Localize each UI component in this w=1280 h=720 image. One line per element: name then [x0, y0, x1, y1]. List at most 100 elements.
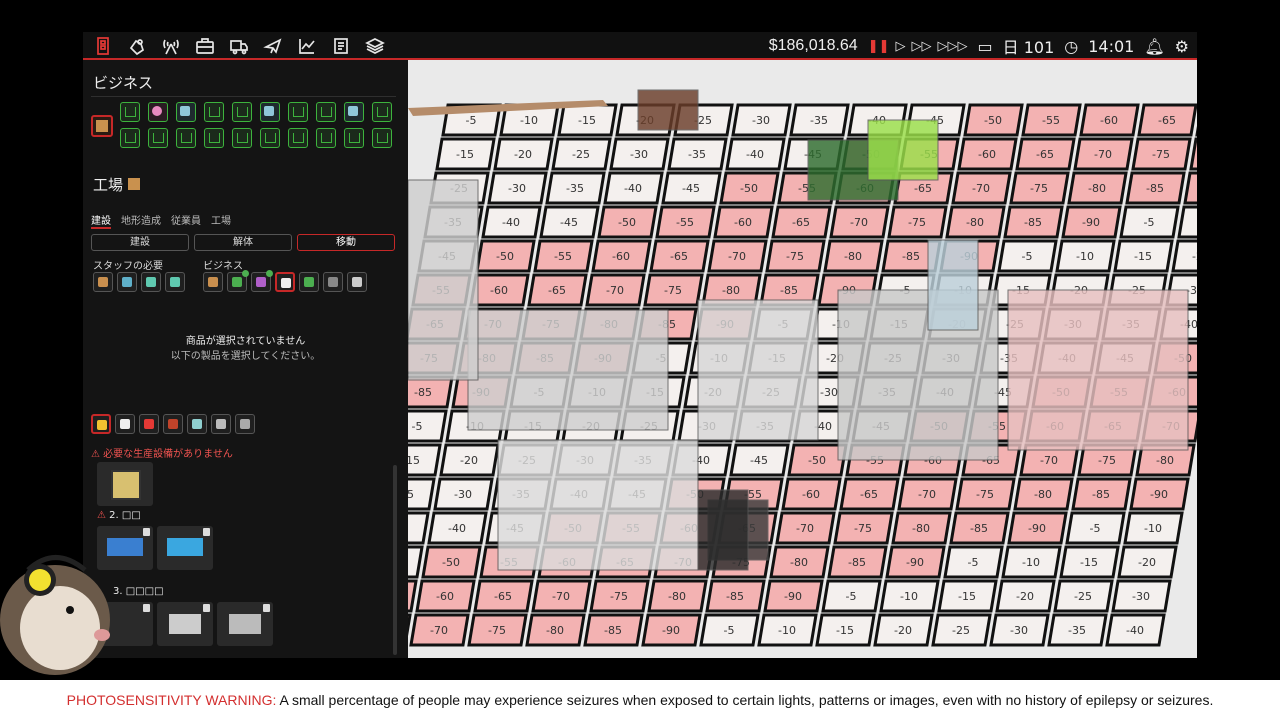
- signal-icon[interactable]: [159, 35, 183, 57]
- production-machine[interactable]: [697, 299, 819, 441]
- tab-staff[interactable]: 従業員: [171, 212, 201, 229]
- business-option-icon[interactable]: [148, 128, 168, 148]
- door-icon[interactable]: [163, 414, 183, 434]
- equipment-card-machine[interactable]: [217, 602, 273, 646]
- tile-value-label: -40: [1126, 624, 1144, 637]
- business-option-icon[interactable]: [372, 102, 392, 122]
- production-machine[interactable]: [497, 439, 699, 571]
- hand-icon[interactable]: [125, 35, 149, 57]
- robot-icon[interactable]: [344, 102, 364, 122]
- chart-icon[interactable]: [295, 35, 319, 57]
- factory-map[interactable]: -5 -10 -15 -20 -25 -30 -35 -40 -45 -50 -55 -60 -65 -7…: [408, 60, 1197, 658]
- business-option-icon[interactable]: [232, 102, 252, 122]
- category-tabs: [91, 414, 255, 434]
- tile-value-label: -20: [1016, 590, 1034, 603]
- equipment-card-table[interactable]: [157, 526, 213, 570]
- fire-icon[interactable]: [139, 414, 159, 434]
- tile-value-label: -85: [604, 624, 622, 637]
- tile-value-label: -5: [724, 624, 735, 637]
- business-option-icon[interactable]: [176, 128, 196, 148]
- production-machine[interactable]: [867, 119, 939, 181]
- tile-value-label: -85: [726, 590, 744, 603]
- money-display: $186,018.64: [769, 37, 858, 55]
- tile-value-label: -90: [1082, 216, 1100, 229]
- gear-icon[interactable]: ⚙: [1175, 37, 1189, 56]
- donut-icon[interactable]: [148, 102, 168, 122]
- book-icon[interactable]: [329, 35, 353, 57]
- fastest-forward-icon[interactable]: ▷▷▷: [938, 39, 968, 54]
- flask-icon[interactable]: [251, 270, 273, 292]
- tab-terraform[interactable]: 地形造成: [121, 212, 161, 229]
- move-button[interactable]: 移動: [297, 234, 395, 251]
- glass-icon[interactable]: [187, 414, 207, 434]
- box-category-icon[interactable]: [91, 115, 113, 137]
- mountain-icon[interactable]: [115, 414, 135, 434]
- production-machine[interactable]: [467, 309, 669, 431]
- business-option-icon[interactable]: [372, 128, 392, 148]
- play-icon[interactable]: ▷: [896, 39, 906, 54]
- gun-icon[interactable]: [347, 272, 367, 292]
- equipment-card-box[interactable]: [97, 462, 153, 506]
- truck-icon[interactable]: [227, 35, 251, 57]
- production-machine[interactable]: [697, 489, 749, 571]
- tile-value-label: -35: [1068, 624, 1086, 637]
- build-button[interactable]: 建設: [91, 234, 189, 251]
- pile-icon[interactable]: [275, 272, 295, 292]
- production-machine[interactable]: [1007, 289, 1189, 451]
- bell-icon[interactable]: 🔔︎: [1144, 37, 1164, 56]
- tools-icon[interactable]: [117, 272, 137, 292]
- robot-filter-icon[interactable]: [323, 272, 343, 292]
- production-machine[interactable]: [927, 239, 979, 331]
- person-icon[interactable]: [299, 272, 319, 292]
- business-option-icon[interactable]: [120, 102, 140, 122]
- plane-icon[interactable]: [261, 35, 285, 57]
- bed-icon[interactable]: [165, 272, 185, 292]
- rifle-icon[interactable]: [235, 414, 255, 434]
- tile-value-label: -70: [1040, 454, 1058, 467]
- robot-icon[interactable]: [260, 102, 280, 122]
- tile-value-label: -45: [560, 216, 578, 229]
- business-option-icon[interactable]: [204, 102, 224, 122]
- tab-build[interactable]: 建設: [91, 212, 111, 229]
- business-option-icon[interactable]: [120, 128, 140, 148]
- crate-icon[interactable]: [203, 272, 223, 292]
- tv-icon[interactable]: [93, 272, 113, 292]
- divider: [91, 96, 396, 97]
- tab-factory[interactable]: 工場: [211, 212, 231, 229]
- equipment-card-machine[interactable]: [157, 602, 213, 646]
- sidebar-scrollbar[interactable]: [393, 465, 397, 655]
- demolish-button[interactable]: 解体: [194, 234, 292, 251]
- business-option-icon[interactable]: [288, 102, 308, 122]
- business-option-icon[interactable]: [344, 128, 364, 148]
- top-icon-group: [91, 35, 387, 57]
- fast-forward-icon[interactable]: ▷▷: [912, 39, 932, 54]
- layers-icon[interactable]: [363, 35, 387, 57]
- briefcase-icon[interactable]: [193, 35, 217, 57]
- toilet-icon[interactable]: [141, 272, 161, 292]
- lock-icon: [263, 604, 270, 612]
- lock-icon: [203, 528, 210, 536]
- tile-value-label: -50: [442, 556, 460, 569]
- leaf-icon[interactable]: [227, 270, 249, 292]
- business-option-icon[interactable]: [316, 128, 336, 148]
- tile-value-label: -60: [436, 590, 454, 603]
- production-machine[interactable]: [637, 89, 699, 131]
- business-option-icon[interactable]: [232, 128, 252, 148]
- no-product-title: 商品が選択されていません: [185, 336, 306, 347]
- production-machine[interactable]: [408, 179, 479, 381]
- business-option-icon[interactable]: [260, 128, 280, 148]
- business-option-icon[interactable]: [204, 128, 224, 148]
- building-icon[interactable]: [91, 35, 115, 57]
- tile-value-label: -65: [548, 284, 566, 297]
- no-product-subtitle: 以下の製品を選択してください。: [170, 351, 321, 362]
- game-viewport[interactable]: -5 -10 -15 -20 -25 -30 -35 -40 -45 -50 -55 -60 -65 -7…: [408, 60, 1197, 658]
- tile-value-label: -30: [1132, 590, 1150, 603]
- can-icon[interactable]: [211, 414, 231, 434]
- business-option-icon[interactable]: [288, 128, 308, 148]
- pause-icon[interactable]: ❚❚: [868, 39, 890, 54]
- tile-value-label: -30: [630, 148, 648, 161]
- radiation-icon[interactable]: [91, 414, 111, 434]
- floor-tile[interactable]: [408, 511, 430, 545]
- business-option-icon[interactable]: [316, 102, 336, 122]
- robot-icon[interactable]: [176, 102, 196, 122]
